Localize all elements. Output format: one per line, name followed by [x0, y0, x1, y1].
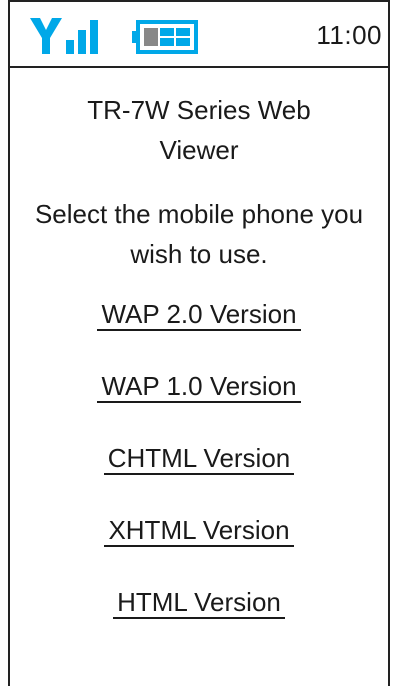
- link-xhtml-version[interactable]: XHTML Version: [10, 512, 388, 584]
- phone-screen: 11:00 TR-7W Series Web Viewer Select the…: [8, 0, 390, 686]
- instruction-text-label: Select the mobile phone you wish to use.: [34, 199, 364, 269]
- link-wap-2-0-version[interactable]: WAP 2.0 Version: [10, 296, 388, 368]
- link-label: WAP 2.0 Version: [97, 299, 301, 331]
- status-time: 11:00: [316, 20, 382, 50]
- link-label: XHTML Version: [104, 515, 294, 547]
- battery-icon: [132, 20, 198, 54]
- status-bar: 11:00: [10, 2, 388, 68]
- instruction-text: Select the mobile phone you wish to use.: [10, 194, 388, 274]
- main-content: TR-7W Series Web Viewer Select the mobil…: [10, 68, 388, 656]
- link-label: CHTML Version: [103, 443, 295, 475]
- link-label: HTML Version: [113, 587, 285, 619]
- signal-strength-icon: [28, 14, 108, 56]
- version-links: WAP 2.0 Version WAP 1.0 Version CHTML Ve…: [10, 296, 388, 656]
- page-title-text: TR-7W Series Web Viewer: [87, 95, 311, 165]
- link-html-version[interactable]: HTML Version: [10, 584, 388, 656]
- link-label: WAP 1.0 Version: [97, 371, 301, 403]
- link-chtml-version[interactable]: CHTML Version: [10, 440, 388, 512]
- page-title: TR-7W Series Web Viewer: [10, 90, 388, 170]
- link-wap-1-0-version[interactable]: WAP 1.0 Version: [10, 368, 388, 440]
